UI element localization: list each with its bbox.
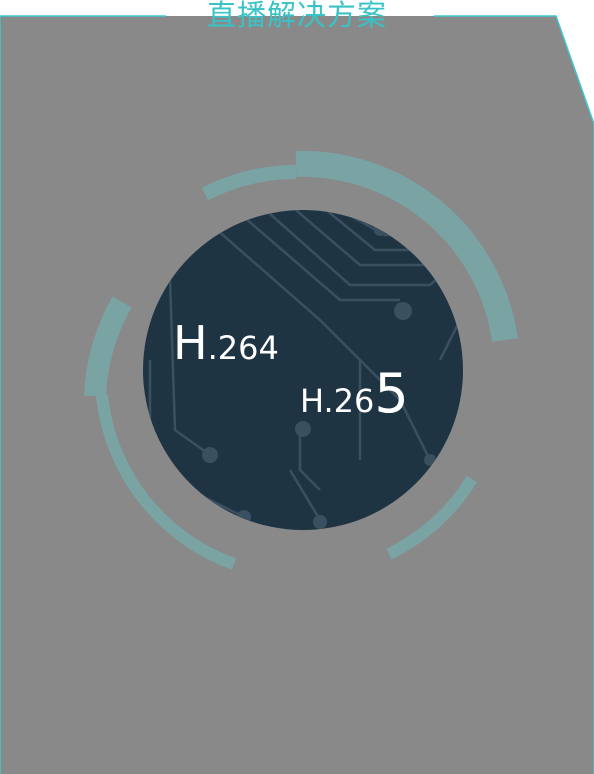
codec-h265-prefix: H.26 bbox=[300, 382, 375, 420]
codec-h265-suffix: 5 bbox=[374, 362, 409, 425]
codec-h264-prefix: H bbox=[173, 316, 208, 370]
page-title: 直播解决方案 bbox=[206, 0, 387, 32]
codec-label-h264: H.264 bbox=[173, 318, 279, 373]
codec-h264-rest: .264 bbox=[207, 329, 279, 367]
panel-background bbox=[0, 15, 594, 774]
codec-label-h265: H.265 bbox=[300, 366, 409, 429]
